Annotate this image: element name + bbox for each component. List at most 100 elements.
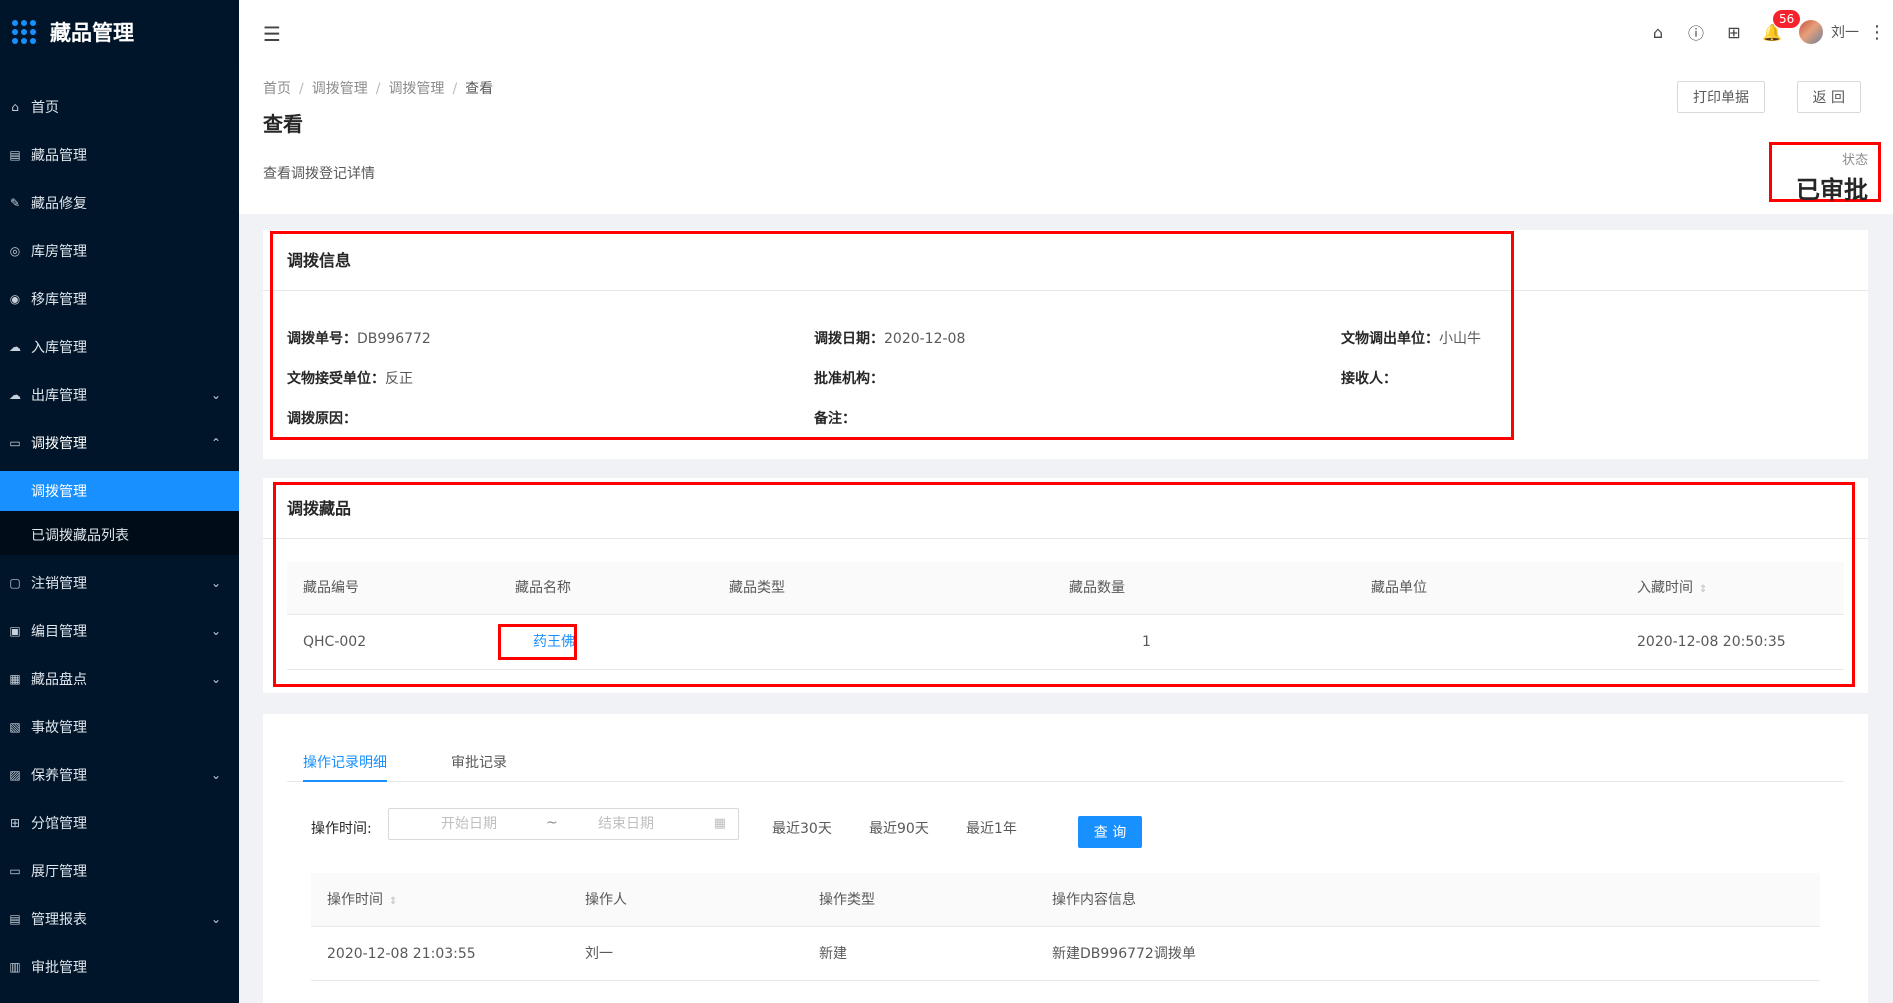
move-icon: ◉ (9, 292, 21, 306)
column-header: 操作人 (585, 892, 627, 908)
breadcrumb-item-transfer[interactable]: 调拨管理 (312, 81, 368, 97)
chevron-down-icon: ⌄ (210, 624, 221, 638)
column-header-label: 操作时间 (327, 892, 383, 908)
app-logo[interactable]: 藏品管理 (0, 0, 239, 64)
menu-fold-icon[interactable]: ☰ (263, 22, 281, 46)
sort-icon[interactable]: ⇕ (389, 896, 397, 907)
sidebar-item-label: 编目管理 (31, 624, 87, 640)
chevron-up-icon: ⌃ (210, 436, 221, 450)
sidebar-item-label: 审批管理 (31, 960, 87, 976)
chevron-down-icon: ⌄ (210, 768, 221, 782)
sidebar-item-maintenance[interactable]: ▨ 保养管理 ⌄ (0, 751, 239, 799)
quick-range-30d[interactable]: 最近30天 (772, 818, 832, 838)
quick-range-1y[interactable]: 最近1年 (966, 818, 1017, 838)
column-header: 藏品数量 (1069, 580, 1125, 596)
sidebar-item-home[interactable]: ⌂ 首页 (0, 83, 239, 131)
field-reason: 调拨原因： (287, 408, 357, 428)
sidebar-item-hall[interactable]: ▭ 展厅管理 (0, 847, 239, 895)
sidebar-item-catalog[interactable]: ▣ 编目管理 ⌄ (0, 607, 239, 655)
sidebar-item-approval[interactable]: ▥ 审批管理 (0, 943, 239, 991)
breadcrumb-item-home[interactable]: 首页 (263, 81, 291, 97)
field-remark: 备注： (814, 408, 856, 428)
tab-operation-log[interactable]: 操作记录明细 (303, 744, 387, 782)
filter-label: 操作时间: (311, 821, 372, 837)
breadcrumb-item-transfer-management[interactable]: 调拨管理 (388, 81, 444, 97)
field-transfer-date: 调拨日期：2020-12-08 (814, 328, 965, 348)
home-icon[interactable]: ⌂ (1639, 0, 1677, 64)
sidebar-item-label: 调拨管理 (31, 436, 87, 452)
field-key: 调拨原因： (287, 411, 357, 427)
query-button[interactable]: 查 询 (1078, 816, 1142, 848)
sidebar-item-label: 注销管理 (31, 576, 87, 592)
sidebar-item-inventory[interactable]: ▦ 藏品盘点 ⌄ (0, 655, 239, 703)
avatar (1799, 20, 1823, 44)
field-key: 备注： (814, 411, 856, 427)
sidebar-item-label: 保养管理 (31, 768, 87, 784)
sidebar-item-restoration[interactable]: ✎ 藏品修复 (0, 179, 239, 227)
table-row: QHC-002 药王佛 1 2020-12-08 20:50:35 (287, 615, 1844, 670)
sidebar-subitem-transfer-management[interactable]: 调拨管理 (0, 471, 239, 511)
cell-name-link[interactable]: 药王佛 (533, 615, 575, 670)
chevron-down-icon: ⌄ (210, 576, 221, 590)
column-header: 藏品单位 (1371, 580, 1427, 596)
cell-time: 2020-12-08 21:03:55 (327, 946, 476, 962)
breadcrumb: 首页 / 调拨管理 / 调拨管理 / 查看 (263, 78, 493, 98)
sidebar-item-warehouse[interactable]: ◎ 库房管理 (0, 227, 239, 275)
transfer-icon: ▭ (9, 436, 21, 450)
quick-range-90d[interactable]: 最近90天 (869, 818, 929, 838)
field-approval-org: 批准机构： (814, 368, 884, 388)
cloud-upload-icon: ☁ (9, 340, 21, 354)
column-header-sortable[interactable]: 操作时间 ⇕ (327, 873, 397, 929)
field-receiver: 接收人： (1341, 368, 1397, 388)
transfer-info-card: 调拨信息 调拨单号：DB996772 调拨日期：2020-12-08 文物调出单… (263, 230, 1868, 459)
sidebar-item-relocation[interactable]: ◉ 移库管理 (0, 275, 239, 323)
chevron-down-icon: ⌄ (210, 912, 221, 926)
back-button[interactable]: 返 回 (1796, 81, 1861, 113)
print-button[interactable]: 打印单据 (1677, 81, 1765, 113)
page-title: 查看 (263, 112, 303, 136)
field-out-unit: 文物调出单位：小山牛 (1341, 328, 1481, 348)
sidebar-item-label: 管理报表 (31, 912, 87, 928)
sidebar-item-transfer[interactable]: ▭ 调拨管理 ⌃ (0, 419, 239, 467)
column-header: 操作内容信息 (1052, 892, 1136, 908)
end-date-input[interactable] (566, 813, 686, 835)
notification-badge: 56 (1773, 10, 1801, 28)
date-range-picker[interactable]: ~ ▦ (388, 808, 739, 840)
user-menu[interactable]: 刘一 (1791, 20, 1867, 44)
sidebar-item-inbound[interactable]: ☁ 入库管理 (0, 323, 239, 371)
user-name: 刘一 (1831, 25, 1859, 41)
help-icon[interactable]: ⓘ (1677, 0, 1715, 64)
field-key: 文物调出单位： (1341, 331, 1439, 347)
sidebar-item-branch[interactable]: ⊞ 分馆管理 (0, 799, 239, 847)
column-header: 藏品编号 (303, 580, 359, 596)
sidebar-item-collection[interactable]: ▤ 藏品管理 (0, 131, 239, 179)
apps-grid-icon[interactable]: ⊞ (1715, 0, 1753, 64)
page-description: 查看调拨登记详情 (263, 166, 375, 182)
sort-icon[interactable]: ⇕ (1699, 584, 1707, 595)
calendar-icon: ▤ (9, 148, 21, 162)
column-header-sortable[interactable]: 入藏时间 ⇕ (1637, 562, 1707, 616)
calendar-icon[interactable]: ▦ (714, 816, 726, 831)
sidebar-item-label: 库房管理 (31, 244, 87, 260)
start-date-input[interactable] (409, 813, 529, 835)
sidebar-item-outbound[interactable]: ☁ 出库管理 ⌄ (0, 371, 239, 419)
accident-icon: ▧ (9, 720, 21, 734)
bell-icon[interactable]: 🔔 56 (1753, 0, 1801, 64)
sidebar-item-report[interactable]: ▤ 管理报表 ⌄ (0, 895, 239, 943)
tab-approval-log[interactable]: 审批记录 (451, 744, 507, 782)
field-value: 2020-12-08 (884, 331, 966, 347)
sidebar-subitem-transferred-list[interactable]: 已调拨藏品列表 (0, 515, 239, 555)
sidebar-item-label: 展厅管理 (31, 864, 87, 880)
sidebar-item-accident[interactable]: ▧ 事故管理 (0, 703, 239, 751)
range-separator: ~ (546, 815, 558, 831)
column-header: 操作类型 (819, 892, 875, 908)
sidebar-item-cancellation[interactable]: ▢ 注销管理 ⌄ (0, 559, 239, 607)
records-tabs: 操作记录明细 审批记录 (287, 744, 1844, 782)
file-icon: ▢ (9, 576, 21, 590)
page-header: 首页 / 调拨管理 / 调拨管理 / 查看 查看 查看调拨登记详情 打印单据 返 回 状态 … (239, 64, 1893, 214)
chevron-down-icon: ⌄ (210, 672, 221, 686)
breadcrumb-separator: / (452, 81, 458, 97)
more-vertical-icon[interactable]: ⋮ (1867, 22, 1887, 43)
cloud-download-icon: ☁ (9, 388, 21, 402)
sidebar-item-label: 首页 (31, 100, 59, 116)
